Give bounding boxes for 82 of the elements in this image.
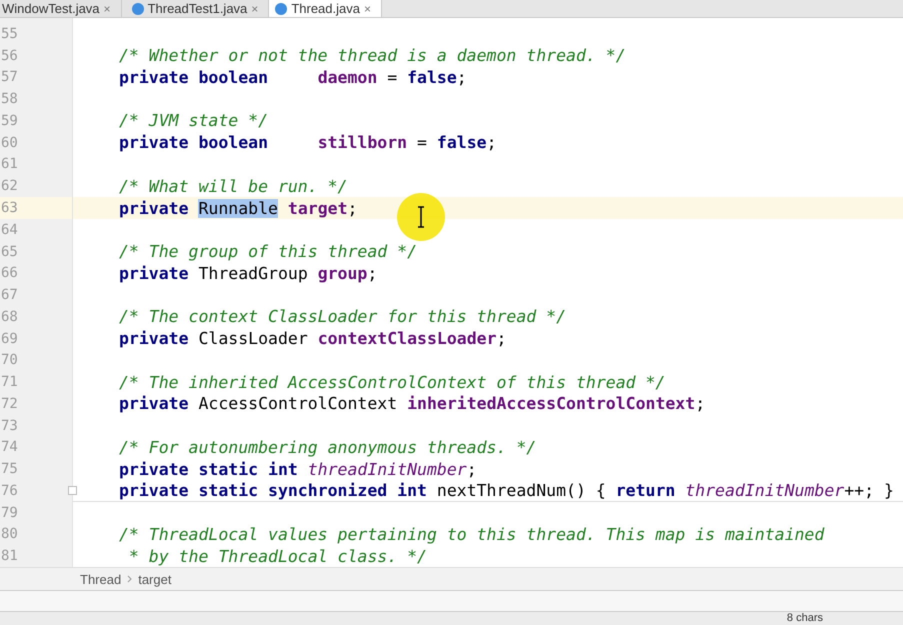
cursor-highlight-drawing xyxy=(396,192,446,242)
status-text: 8 chars xyxy=(786,612,823,624)
chevron-icon xyxy=(127,575,132,583)
line-number: 74 xyxy=(0,439,18,456)
breadcrumb[interactable]: Thread xyxy=(80,572,122,586)
code-token: ThreadGroup xyxy=(197,264,309,283)
line-number: 66 xyxy=(0,265,18,282)
line-number: 60 xyxy=(0,134,18,151)
code-token: ; xyxy=(456,68,467,87)
line-number: 62 xyxy=(0,178,18,194)
code-token: ; xyxy=(695,394,706,414)
selected-text: Runnable xyxy=(198,198,278,218)
code-token: AccessControlContext xyxy=(197,394,398,414)
code-token: inheritedAccessControlContext xyxy=(407,394,696,414)
close-icon[interactable]: × xyxy=(251,2,258,16)
line-number: 68 xyxy=(0,308,18,325)
line-number: 76 xyxy=(0,482,18,499)
code-token: ++; } xyxy=(844,480,894,500)
close-icon[interactable]: × xyxy=(364,2,371,16)
code-comment: /* JVM state */ xyxy=(119,111,268,130)
code-comment: * by the ThreadLocal class. */ xyxy=(128,546,427,566)
code-token: return xyxy=(616,480,676,500)
line-number: 70 xyxy=(0,352,18,368)
line-number: 55 xyxy=(0,26,18,42)
line-number: 61 xyxy=(0,156,18,172)
line-number: 73 xyxy=(0,418,18,434)
code-token: = xyxy=(416,133,428,152)
line-number: 71 xyxy=(0,374,18,390)
code-comment: /* For autonumbering anonymous threads. */ xyxy=(119,438,536,457)
code-token: = xyxy=(386,68,398,87)
code-token: group xyxy=(318,264,368,283)
class-icon xyxy=(132,2,144,14)
code-token: private xyxy=(119,394,189,414)
file-tab[interactable]: WindowTest.java × xyxy=(0,0,122,17)
code-comment: /* ThreadLocal values pertaining to this thread. This map is maintained xyxy=(119,524,824,544)
line-number: 64 xyxy=(0,222,18,238)
line-number: 80 xyxy=(0,526,18,542)
breadcrumb[interactable]: target xyxy=(138,572,172,586)
code-token: contextClassLoader xyxy=(318,329,496,348)
class-icon xyxy=(275,2,288,14)
file-tab[interactable]: Thread.java × xyxy=(269,0,382,17)
code-token: ; xyxy=(466,460,477,479)
code-token: private xyxy=(119,264,189,283)
line-number: 65 xyxy=(0,244,18,260)
code-token: daemon xyxy=(318,68,378,87)
close-icon[interactable]: × xyxy=(104,2,111,16)
line-number: 67 xyxy=(0,287,18,304)
code-token: ; xyxy=(486,133,497,152)
line-number: 81 xyxy=(0,548,18,564)
code-comment: /* Whether or not the thread is a daemon thread. */ xyxy=(119,46,626,66)
line-number: 69 xyxy=(0,330,18,347)
line-number: 72 xyxy=(0,396,18,412)
code-comment: /* The group of this thread */ xyxy=(119,242,418,262)
code-token: private xyxy=(119,329,189,348)
code-token: ; xyxy=(348,198,358,218)
line-number: 58 xyxy=(0,91,18,108)
code-comment: /* What will be run. */ xyxy=(119,176,348,196)
line-number: 57 xyxy=(0,69,18,86)
code-token: false xyxy=(436,133,487,152)
line-number: 59 xyxy=(0,112,18,129)
code-comment: /* The inherited AccessControlContext of this thread */ xyxy=(119,372,666,392)
line-number: 56 xyxy=(0,48,18,64)
code-token: private xyxy=(119,198,190,218)
code-token: target xyxy=(286,198,348,218)
file-tab[interactable]: ThreadTest1.java × xyxy=(122,0,270,17)
code-token: private boolean xyxy=(119,133,270,152)
line-number: 63 xyxy=(0,200,18,216)
code-token: private boolean xyxy=(119,68,270,87)
code-token: ; xyxy=(367,264,378,283)
code-token: stillborn xyxy=(318,133,408,152)
code-token: ClassLoader xyxy=(197,329,309,348)
code-token: private static int xyxy=(119,460,299,479)
fold-icon[interactable] xyxy=(68,486,77,496)
code-comment: /* The context ClassLoader for this thread */ xyxy=(119,307,566,326)
line-number: 79 xyxy=(0,504,18,521)
code-token: nextThreadNum() { xyxy=(436,480,607,500)
code-token: threadInitNumber xyxy=(308,460,467,479)
code-token: private static synchronized int xyxy=(119,480,427,500)
code-token: ; xyxy=(496,329,506,348)
code-token: false xyxy=(407,68,457,87)
code-token: threadInitNumber xyxy=(685,480,844,500)
line-number: 75 xyxy=(0,461,18,478)
